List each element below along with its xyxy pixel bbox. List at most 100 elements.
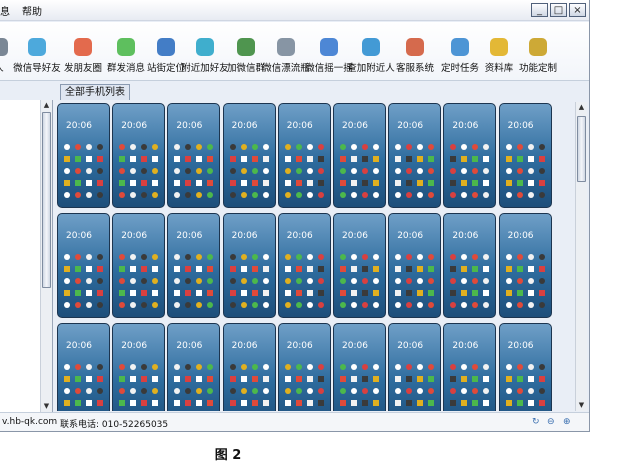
close-button[interactable]: ×: [569, 3, 586, 17]
app-icon: [428, 302, 435, 308]
app-icon: [417, 388, 424, 394]
app-icon: [152, 266, 159, 272]
app-icon: [516, 388, 523, 394]
toolbar-button-13[interactable]: 功能定制: [515, 36, 561, 74]
toolbar-button-5[interactable]: 附近加好友: [181, 36, 229, 74]
app-icon: [119, 168, 126, 174]
app-icon: [450, 376, 457, 382]
grid-scrollbar[interactable]: ▲ ▼: [575, 102, 587, 411]
scroll-down-icon[interactable]: ▼: [41, 401, 52, 412]
app-icon: [395, 364, 402, 370]
phone-screen[interactable]: 20:06: [498, 323, 552, 411]
app-icon: [395, 400, 402, 406]
app-icon: [64, 376, 70, 382]
app-icon: [207, 254, 214, 260]
phone-screen[interactable]: 20:06: [167, 323, 221, 411]
toolbar-button-8[interactable]: 微信摇一摇: [305, 36, 353, 74]
phone-clock: 20:06: [507, 341, 534, 351]
app-icon: [428, 266, 435, 272]
app-icon: [295, 156, 302, 162]
phone-screen[interactable]: 20:06: [222, 323, 276, 411]
app-icon: [262, 302, 269, 308]
app-icon: [141, 180, 148, 186]
app-icon: [417, 192, 424, 198]
phone-screen[interactable]: 20:06: [57, 323, 110, 411]
app-icon: [295, 266, 302, 272]
phone-screen[interactable]: 20:06: [277, 103, 331, 208]
app-icon: [86, 168, 92, 174]
app-icon: [472, 168, 479, 174]
app-icon: [119, 400, 126, 406]
phone-screen[interactable]: 20:06: [498, 213, 552, 318]
maximize-button[interactable]: □: [550, 3, 567, 17]
phone-screen[interactable]: 20:06: [222, 103, 276, 208]
app-icon: [251, 266, 258, 272]
left-scrollbar[interactable]: ▲ ▼: [40, 100, 52, 412]
zoom-in-icon[interactable]: ⊕: [563, 417, 571, 427]
app-icon: [306, 376, 313, 382]
phone-screen[interactable]: 20:06: [112, 213, 166, 318]
phone-screen[interactable]: 20:06: [443, 213, 497, 318]
phone-screen[interactable]: 20:06: [57, 213, 110, 318]
app-icon: [97, 290, 103, 296]
phone-screen[interactable]: 20:06: [333, 323, 386, 411]
status-bar: v.hb-qk.com 联系电话: 010-52265035 ↻ ⊖ ⊕: [0, 412, 589, 431]
phone-screen[interactable]: 20:06: [388, 213, 442, 318]
app-icon: [119, 144, 126, 150]
app-icon: [240, 290, 247, 296]
phone-screen[interactable]: 20:06: [277, 213, 331, 318]
app-icon: [284, 278, 291, 284]
phone-screen[interactable]: 20:06: [443, 103, 497, 208]
app-icon: [483, 290, 490, 296]
minimize-button[interactable]: _: [531, 3, 548, 17]
scroll-down-icon[interactable]: ▼: [576, 400, 587, 411]
phone-screen[interactable]: 20:06: [333, 213, 386, 318]
phone-screen[interactable]: 20:06: [333, 103, 386, 208]
app-icon: [119, 376, 126, 382]
menu-item-message[interactable]: 息: [0, 3, 10, 18]
toolbar-button-9[interactable]: 查加附近人: [347, 36, 395, 74]
toolbar-button-2[interactable]: 发朋友圈: [60, 36, 106, 74]
app-icon: [229, 168, 236, 174]
app-icon: [86, 400, 92, 406]
app-icon: [483, 144, 490, 150]
phone-clock: 20:06: [286, 231, 313, 241]
app-icon: [362, 156, 368, 162]
phone-screen[interactable]: 20:06: [277, 323, 331, 411]
phone-screen[interactable]: 20:06: [57, 103, 110, 208]
app-icon: [152, 278, 159, 284]
scroll-thumb[interactable]: [42, 112, 51, 288]
app-icon: [141, 376, 148, 382]
phone-screen[interactable]: 20:06: [388, 103, 442, 208]
tab-all-phones[interactable]: 全部手机列表: [60, 84, 130, 100]
scroll-up-icon[interactable]: ▲: [41, 100, 52, 111]
app-icon: [395, 290, 402, 296]
phone-screen[interactable]: 20:06: [167, 103, 221, 208]
toolbar-button-1[interactable]: 微信导好友: [13, 36, 61, 74]
menu-item-help[interactable]: 帮助: [22, 3, 42, 18]
toolbar-label: 人: [0, 60, 4, 74]
scroll-thumb[interactable]: [577, 116, 586, 182]
phone-screen[interactable]: 20:06: [112, 103, 166, 208]
phone-screen[interactable]: 20:06: [222, 213, 276, 318]
zoom-out-icon[interactable]: ⊖: [547, 417, 555, 427]
app-icon: [174, 388, 181, 394]
phone-screen[interactable]: 20:06: [498, 103, 552, 208]
app-icon: [538, 290, 545, 296]
app-icon: [75, 388, 81, 394]
phone-screen[interactable]: 20:06: [167, 213, 221, 318]
toolbar-button-7[interactable]: 微信漂流瓶: [262, 36, 310, 74]
phone-clock: 20:06: [342, 121, 368, 131]
phone-screen[interactable]: 20:06: [112, 323, 166, 411]
app-icon: [284, 144, 291, 150]
phone-clock: 20:06: [176, 341, 203, 351]
app-icon: [461, 278, 468, 284]
refresh-icon[interactable]: ↻: [532, 417, 540, 427]
toolbar-button-10[interactable]: 客服系统: [392, 36, 438, 74]
app-icon: [75, 254, 81, 260]
app-icon: [240, 400, 247, 406]
scroll-up-icon[interactable]: ▲: [576, 102, 587, 113]
app-icon: [284, 364, 291, 370]
phone-screen[interactable]: 20:06: [443, 323, 497, 411]
phone-screen[interactable]: 20:06: [388, 323, 442, 411]
